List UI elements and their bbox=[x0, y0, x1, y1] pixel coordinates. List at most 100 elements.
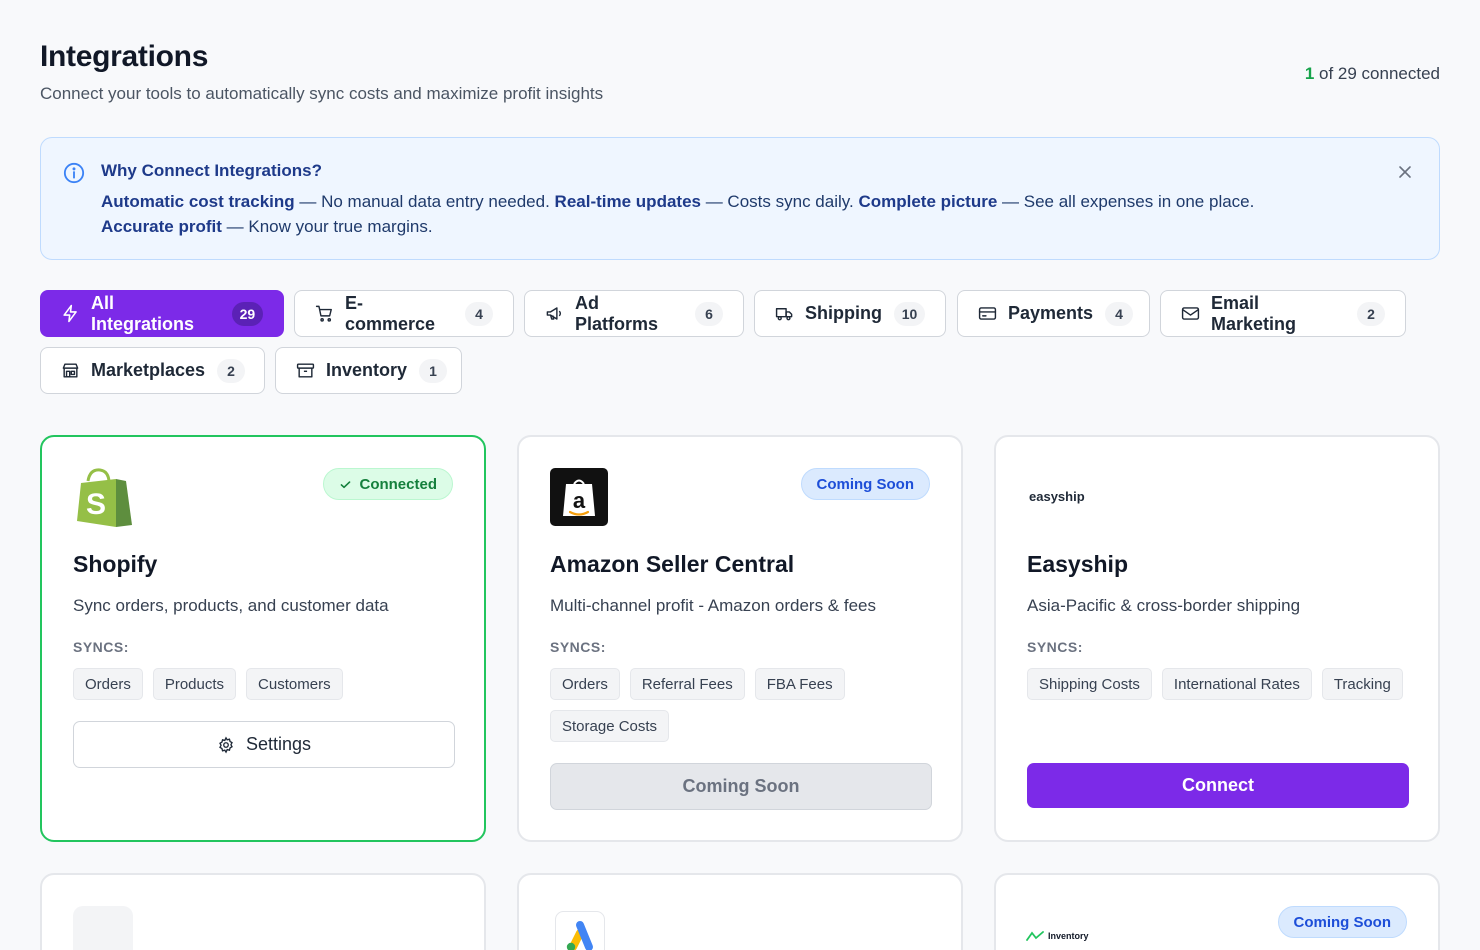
sync-chips: Orders Referral Fees FBA Fees Storage Co… bbox=[550, 668, 940, 742]
card-title: Amazon Seller Central bbox=[550, 551, 795, 577]
google-ads-logo bbox=[555, 911, 605, 950]
syncs-label: SYNCS: bbox=[73, 639, 129, 655]
coming-soon-badge: Coming Soon bbox=[800, 468, 930, 500]
archive-icon bbox=[296, 363, 315, 378]
integration-card-google-ads bbox=[517, 873, 963, 950]
info-text-2: — Costs sync daily. bbox=[700, 192, 859, 211]
info-icon bbox=[63, 162, 85, 184]
card-description: Multi-channel profit - Amazon orders & f… bbox=[550, 596, 876, 615]
gear-icon bbox=[219, 735, 233, 754]
info-banner: Why Connect Integrations? Automatic cost… bbox=[40, 137, 1440, 260]
mail-icon bbox=[1181, 307, 1200, 320]
info-text-1: — No manual data entry needed. bbox=[294, 192, 555, 211]
card-title: Shopify bbox=[73, 551, 158, 577]
sync-chip: Storage Costs bbox=[550, 710, 670, 742]
sync-chip: Products bbox=[152, 668, 237, 700]
info-bold-3: Complete picture bbox=[858, 192, 998, 211]
tab-label: Email Marketing bbox=[1211, 292, 1297, 334]
info-text-3: — See all expenses in one place. bbox=[997, 192, 1255, 211]
settings-button[interactable]: Settings bbox=[73, 721, 455, 768]
coming-soon-button[interactable]: Coming Soon bbox=[550, 763, 932, 810]
tab-label: All Integrations bbox=[91, 292, 195, 334]
inventory-logo: Inventory bbox=[1026, 927, 1106, 945]
tab-label: Inventory bbox=[326, 360, 408, 380]
sync-chip: International Rates bbox=[1161, 668, 1312, 700]
tab-count-badge: 4 bbox=[465, 301, 493, 326]
tab-label: E-commerce bbox=[345, 292, 436, 334]
info-bold-4: Accurate profit bbox=[101, 217, 222, 236]
info-text: Automatic cost tracking — No manual data… bbox=[101, 189, 1381, 239]
inventory-logo-text: Inventory bbox=[1048, 931, 1089, 941]
integration-card-easyship: easyship Easyship Asia-Pacific & cross-b… bbox=[994, 435, 1440, 842]
checkmark-icon bbox=[341, 480, 351, 488]
sync-chip: FBA Fees bbox=[754, 668, 845, 700]
credit-card-icon bbox=[978, 307, 997, 320]
easyship-logo: easyship bbox=[1029, 489, 1085, 504]
inventory-logo-mark bbox=[1026, 931, 1044, 941]
info-title: Why Connect Integrations? bbox=[101, 161, 322, 180]
card-title: Easyship bbox=[1027, 551, 1128, 577]
sync-chip: Customers bbox=[246, 668, 343, 700]
tab-count-badge: 4 bbox=[1105, 301, 1134, 326]
integration-card-shopify: S Connected Shopify Sync orders, product… bbox=[40, 435, 486, 842]
button-label: Coming Soon bbox=[682, 776, 800, 796]
amazon-logo: a bbox=[550, 468, 608, 526]
close-icon[interactable] bbox=[1397, 164, 1413, 180]
syncs-label: SYNCS: bbox=[550, 639, 606, 655]
tab-count-badge: 2 bbox=[1357, 301, 1385, 326]
integration-card-amazon: a Coming Soon Amazon Seller Central Mult… bbox=[517, 435, 963, 842]
tab-inventory[interactable]: Inventory 1 bbox=[275, 347, 462, 394]
page-title: Integrations bbox=[40, 40, 209, 73]
tab-count-badge: 29 bbox=[231, 301, 263, 326]
info-text-4: — Know your true margins. bbox=[221, 217, 433, 236]
megaphone-icon bbox=[546, 307, 562, 320]
tab-count-badge: 2 bbox=[217, 358, 246, 383]
tab-count-badge: 1 bbox=[419, 358, 448, 383]
cart-icon bbox=[315, 305, 332, 322]
ebay-logo: ebay bbox=[73, 906, 133, 950]
tab-marketplaces[interactable]: Marketplaces 2 bbox=[40, 347, 265, 394]
page-header: Integrations Connect your tools to autom… bbox=[40, 40, 1440, 104]
tab-count-badge: 6 bbox=[695, 301, 723, 326]
sync-chips: Shipping Costs International Rates Track… bbox=[1027, 668, 1417, 700]
badge-label: Connected bbox=[359, 475, 437, 493]
tab-all-integrations[interactable]: All Integrations 29 bbox=[40, 290, 284, 337]
sync-chip: Shipping Costs bbox=[1027, 668, 1152, 700]
info-bold-2: Real-time updates bbox=[554, 192, 701, 211]
tab-label: Marketplaces bbox=[91, 360, 206, 380]
info-bold-1: Automatic cost tracking bbox=[101, 192, 295, 211]
shopify-logo: S bbox=[77, 468, 132, 527]
button-label: Settings bbox=[245, 734, 312, 754]
tab-count-badge: 10 bbox=[893, 301, 925, 326]
tab-label: Shipping bbox=[805, 303, 882, 323]
connected-count: 1 of 29 connected bbox=[1305, 64, 1440, 84]
tab-label: Payments bbox=[1008, 303, 1094, 323]
integration-card-ebay: ebay bbox=[40, 873, 486, 950]
lightning-icon bbox=[63, 304, 77, 323]
connect-button[interactable]: Connect bbox=[1027, 763, 1409, 808]
tab-ad-platforms[interactable]: Ad Platforms 6 bbox=[524, 290, 744, 337]
svg-text:a: a bbox=[573, 488, 586, 513]
card-description: Asia-Pacific & cross-border shipping bbox=[1027, 596, 1301, 615]
connected-count-suffix: of 29 connected bbox=[1314, 64, 1440, 83]
sync-chip: Tracking bbox=[1321, 668, 1403, 700]
tab-e-commerce[interactable]: E-commerce 4 bbox=[294, 290, 514, 337]
svg-text:S: S bbox=[86, 488, 106, 521]
badge-label: Coming Soon bbox=[1293, 913, 1392, 931]
tab-payments[interactable]: Payments 4 bbox=[957, 290, 1150, 337]
truck-icon bbox=[775, 308, 793, 321]
tab-email-marketing[interactable]: Email Marketing 2 bbox=[1160, 290, 1406, 337]
badge-label: Coming Soon bbox=[816, 475, 915, 493]
store-icon bbox=[62, 363, 79, 378]
coming-soon-badge: Coming Soon bbox=[1277, 906, 1407, 938]
sync-chip: Referral Fees bbox=[629, 668, 745, 700]
syncs-label: SYNCS: bbox=[1027, 639, 1083, 655]
connected-badge: Connected bbox=[323, 468, 453, 500]
integration-card-inventory: Inventory Coming Soon bbox=[994, 873, 1440, 950]
sync-chips: Orders Products Customers bbox=[73, 668, 463, 700]
button-label: Connect bbox=[1182, 775, 1254, 795]
card-description: Sync orders, products, and customer data bbox=[73, 596, 389, 615]
connected-count-number: 1 bbox=[1304, 64, 1315, 83]
tab-shipping[interactable]: Shipping 10 bbox=[754, 290, 946, 337]
sync-chip: Orders bbox=[73, 668, 143, 700]
